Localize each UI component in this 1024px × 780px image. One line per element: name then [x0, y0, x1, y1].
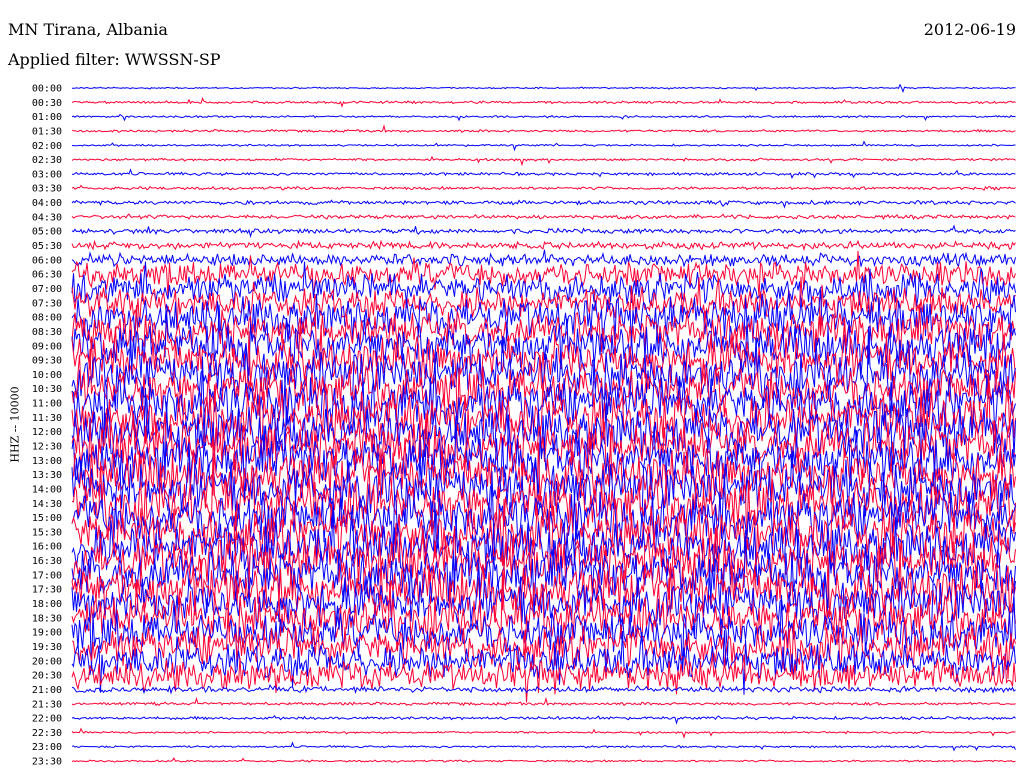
row-time-label: 22:00 — [32, 714, 62, 725]
seismic-trace — [71, 741, 1016, 752]
row-time-label: 21:00 — [32, 685, 62, 696]
seismic-trace — [71, 239, 1016, 252]
row-time-label: 02:30 — [32, 155, 62, 166]
seismic-trace — [71, 184, 1016, 192]
seismic-trace — [71, 249, 1016, 269]
seismic-trace — [71, 213, 1016, 221]
seismic-trace — [71, 113, 1016, 122]
seismic-trace — [71, 124, 1016, 134]
row-time-label: 09:00 — [32, 341, 62, 352]
seismic-trace — [71, 140, 1016, 152]
row-time-label: 05:30 — [32, 241, 62, 252]
row-time-label: 15:00 — [32, 513, 62, 524]
row-time-label: 20:30 — [32, 671, 62, 682]
seismic-trace — [71, 96, 1016, 108]
row-time-label: 16:00 — [32, 542, 62, 553]
row-time-label: 14:30 — [32, 499, 62, 510]
row-time-label: 09:30 — [32, 356, 62, 367]
row-time-label: 00:00 — [32, 84, 62, 95]
row-time-label: 00:30 — [32, 98, 62, 109]
row-time-label: 08:30 — [32, 327, 62, 338]
row-time-label: 11:30 — [32, 413, 62, 424]
row-time-label: 01:00 — [32, 112, 62, 123]
row-time-label: 05:00 — [32, 227, 62, 238]
seismic-trace — [71, 168, 1016, 179]
row-time-label: 23:30 — [32, 757, 62, 768]
row-time-label: 22:30 — [32, 728, 62, 739]
row-time-label: 13:30 — [32, 470, 62, 481]
row-time-label: 14:00 — [32, 484, 62, 495]
row-time-label: 02:00 — [32, 141, 62, 152]
row-time-label: 10:00 — [32, 370, 62, 381]
row-time-label: 12:30 — [32, 442, 62, 453]
row-time-label: 19:30 — [32, 642, 62, 653]
row-time-label: 08:00 — [32, 313, 62, 324]
seismic-trace — [71, 155, 1016, 167]
seismic-trace — [71, 683, 1016, 695]
seismic-trace — [71, 727, 1016, 739]
seismic-trace — [71, 715, 1016, 725]
seismic-trace — [71, 224, 1016, 239]
seismic-trace — [71, 757, 1016, 763]
row-time-label: 10:30 — [32, 384, 62, 395]
row-time-label: 12:00 — [32, 427, 62, 438]
row-time-label: 18:30 — [32, 613, 62, 624]
seismic-trace — [71, 696, 1016, 707]
row-time-label: 04:30 — [32, 212, 62, 223]
row-time-label: 15:30 — [32, 527, 62, 538]
row-time-label: 19:00 — [32, 628, 62, 639]
row-time-label: 23:00 — [32, 742, 62, 753]
row-time-label: 21:30 — [32, 699, 62, 710]
row-time-label: 07:30 — [32, 298, 62, 309]
row-time-label: 01:30 — [32, 126, 62, 137]
row-time-label: 03:00 — [32, 169, 62, 180]
row-time-label: 06:00 — [32, 255, 62, 266]
row-time-label: 11:00 — [32, 399, 62, 410]
seismic-trace — [71, 83, 1016, 94]
seismic-trace — [71, 199, 1016, 209]
row-time-label: 18:00 — [32, 599, 62, 610]
row-time-label: 03:30 — [32, 184, 62, 195]
helicorder-plot: 00:00 00:30 01:00 01:30 02:00 02:30 03:00 03:30… — [32, 83, 1016, 768]
row-time-label: 16:30 — [32, 556, 62, 567]
row-time-label: 07:00 — [32, 284, 62, 295]
row-time-label: 17:30 — [32, 585, 62, 596]
row-time-label: 17:00 — [32, 570, 62, 581]
row-time-label: 13:00 — [32, 456, 62, 467]
row-time-label: 04:00 — [32, 198, 62, 209]
row-time-label: 20:00 — [32, 656, 62, 667]
row-time-label: 06:30 — [32, 270, 62, 281]
